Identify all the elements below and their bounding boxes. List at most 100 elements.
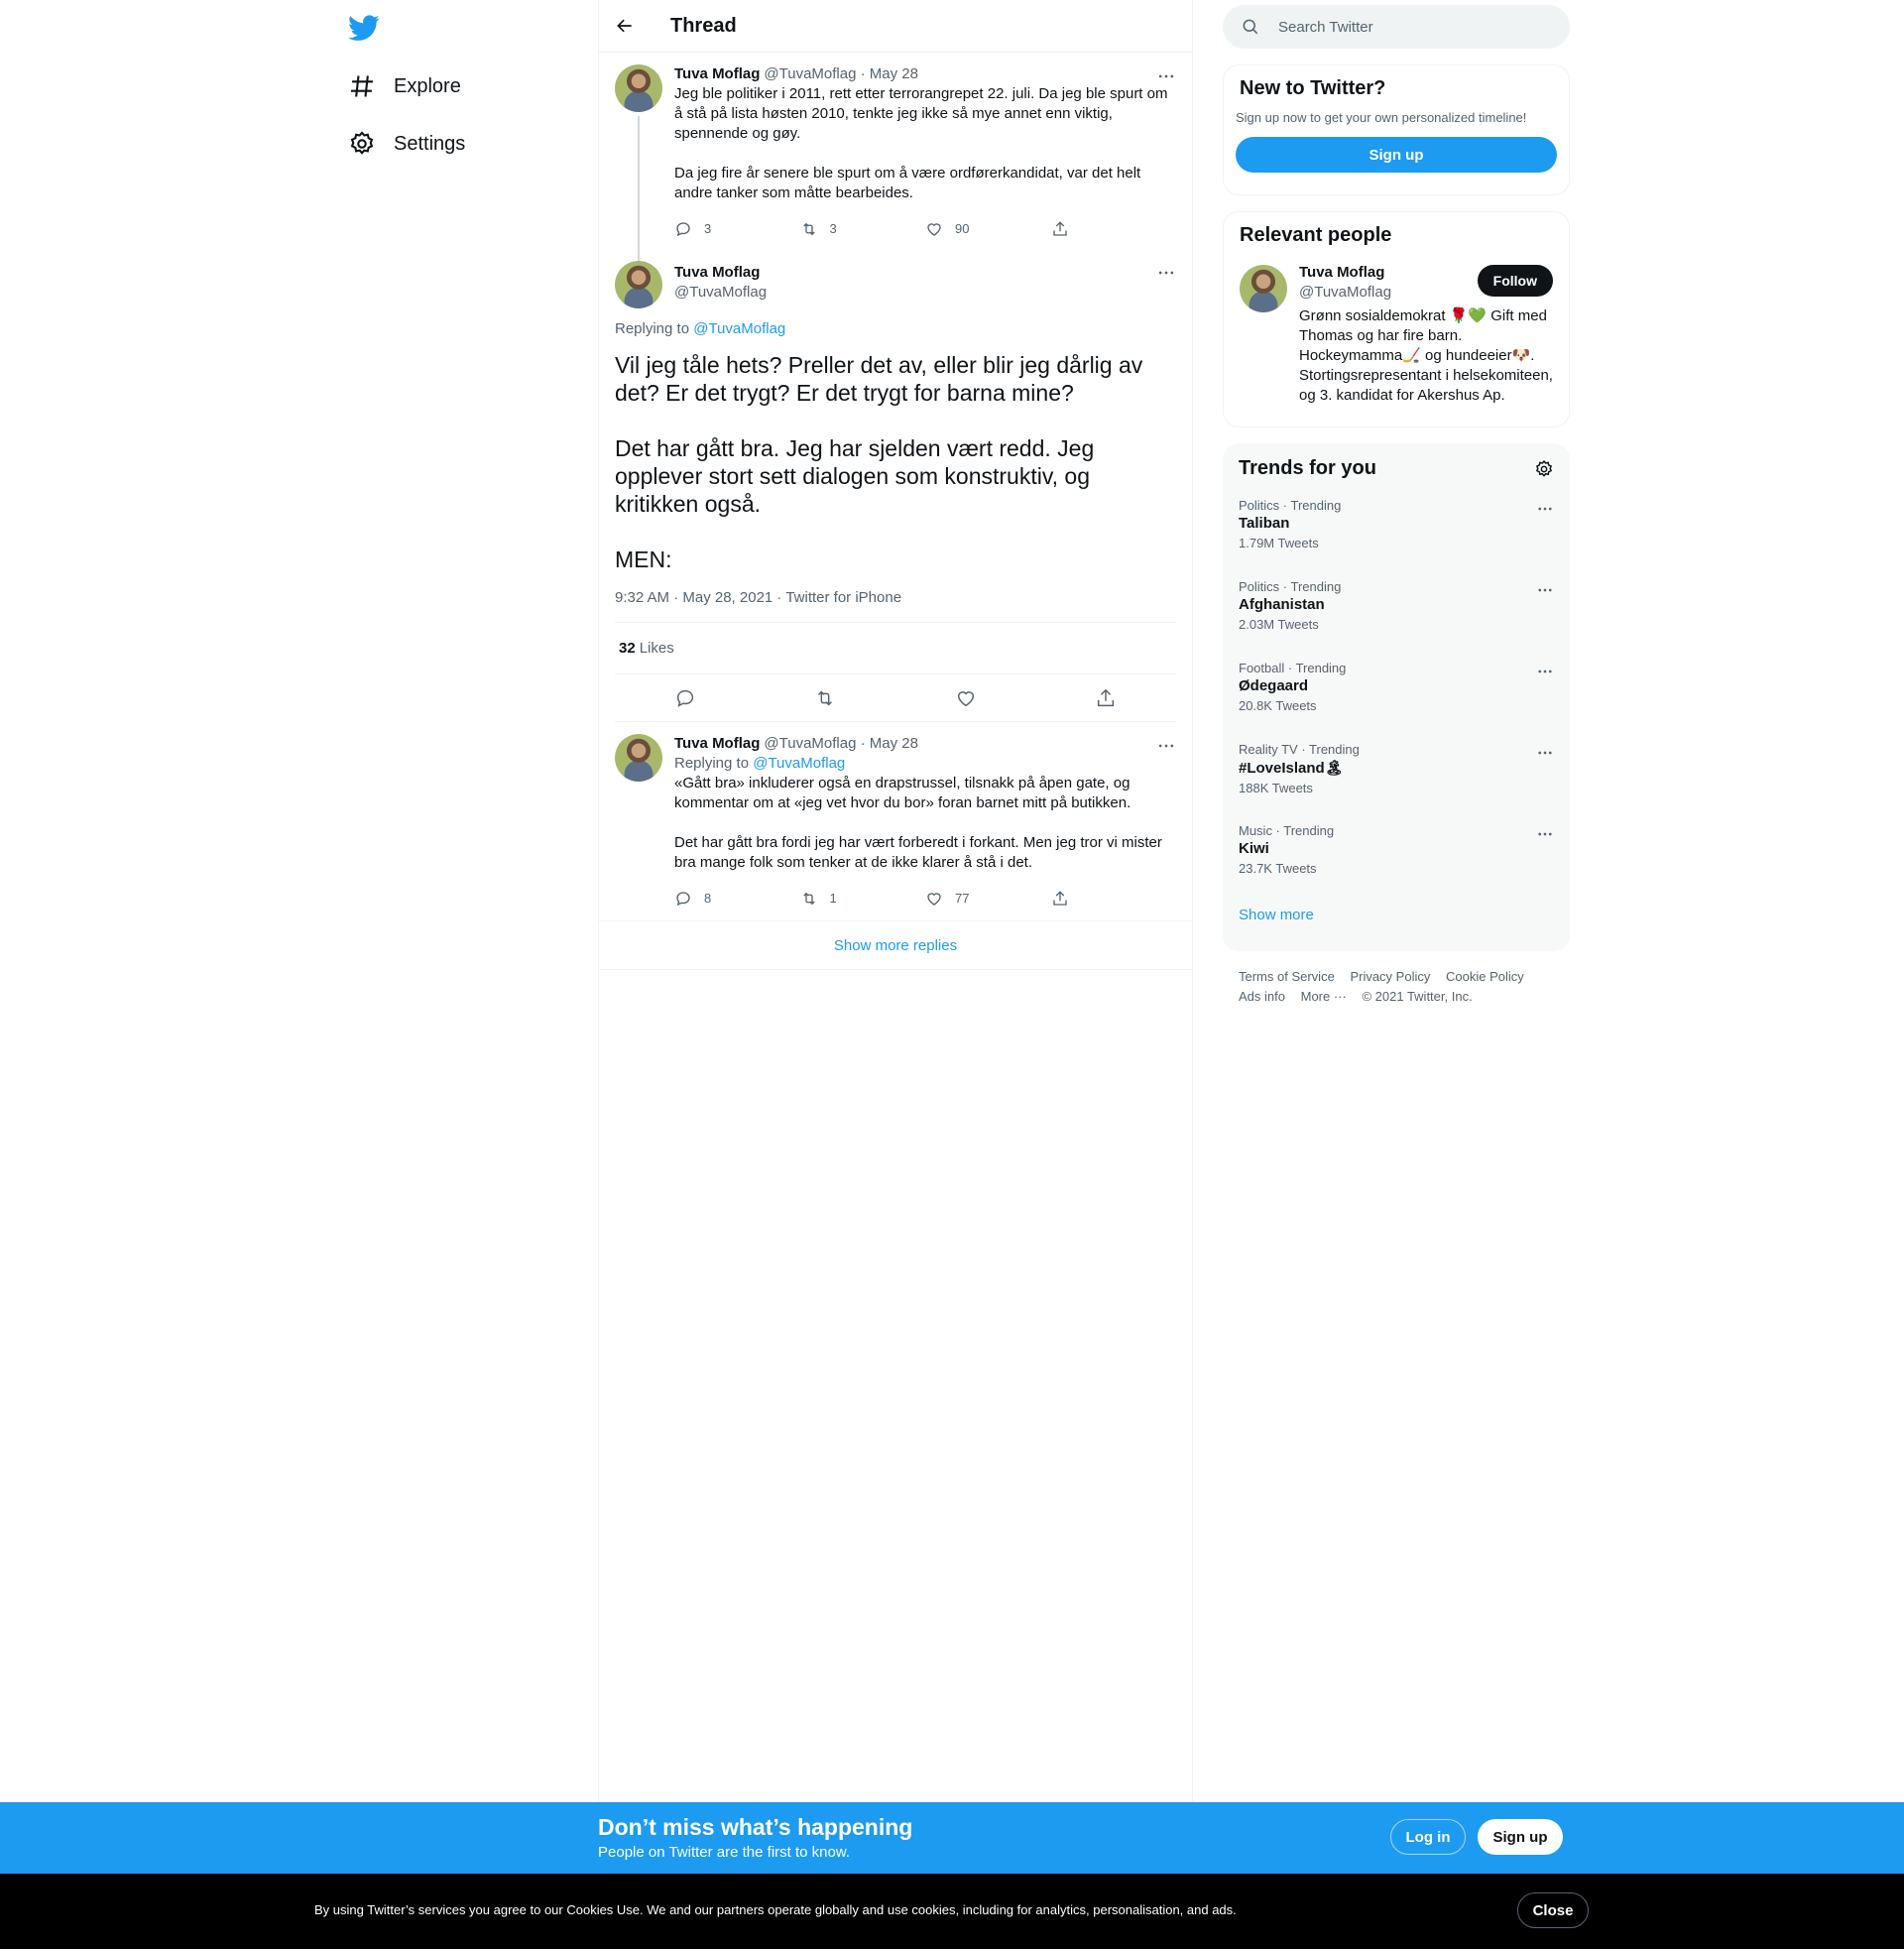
tweet-timestamp[interactable]: 9:32 AM · May 28, 2021 · Twitter for iPh… bbox=[615, 589, 1176, 606]
show-more-replies-button[interactable]: Show more replies bbox=[599, 920, 1192, 970]
signup-banner: Don’t miss what’s happening People on Tw… bbox=[0, 1802, 1904, 1874]
trend-item[interactable]: Music · Trending Kiwi 23.7K Tweets bbox=[1223, 811, 1570, 893]
author-name[interactable]: Tuva Moflag bbox=[674, 263, 1176, 283]
avatar[interactable] bbox=[615, 734, 662, 782]
reply-button[interactable]: 3 bbox=[674, 219, 800, 239]
focused-tweet: Tuva Moflag @TuvaMoflag Replying to @Tuv… bbox=[599, 249, 1192, 722]
follow-button[interactable]: Follow bbox=[1477, 265, 1553, 297]
log-in-button[interactable]: Log in bbox=[1390, 1819, 1466, 1855]
trend-item[interactable]: Reality TV · Trending #LoveIsland🏝 188K … bbox=[1223, 730, 1570, 811]
more-link[interactable]: More ··· bbox=[1301, 989, 1347, 1004]
footer-links: Terms of Service Privacy Policy Cookie P… bbox=[1223, 951, 1570, 1023]
replying-to: Replying to @TuvaMoflag bbox=[615, 320, 1176, 337]
likes-label: Likes bbox=[639, 640, 674, 657]
gear-icon bbox=[350, 131, 374, 155]
person-card[interactable]: Tuva Moflag @TuvaMoflag Grønn sosialdemo… bbox=[1224, 247, 1569, 418]
share-icon[interactable] bbox=[1095, 687, 1117, 709]
replying-prefix: Replying to bbox=[674, 755, 750, 772]
banner-headline: Don’t miss what’s happening bbox=[598, 1814, 913, 1840]
share-button[interactable] bbox=[1051, 220, 1177, 238]
page-title: Thread bbox=[670, 14, 737, 37]
share-icon bbox=[1052, 221, 1067, 236]
author-handle-date[interactable]: @TuvaMoflag · May 28 bbox=[764, 64, 918, 84]
heart-icon[interactable] bbox=[955, 687, 977, 709]
more-options-icon[interactable] bbox=[1536, 744, 1554, 762]
back-arrow-icon[interactable] bbox=[615, 16, 635, 36]
likes-count: 32 bbox=[619, 640, 636, 657]
retweet-icon[interactable] bbox=[814, 687, 836, 709]
likes-summary[interactable]: 32 Likes bbox=[615, 622, 1176, 674]
ads-info-link[interactable]: Ads info bbox=[1239, 989, 1285, 1004]
more-options-icon[interactable] bbox=[1536, 825, 1554, 843]
like-count: 90 bbox=[955, 221, 970, 236]
avatar[interactable] bbox=[615, 64, 662, 112]
sidebar: Search Twitter New to Twitter? Sign up n… bbox=[1223, 0, 1570, 1023]
heart-icon bbox=[927, 893, 941, 906]
panel-title: New to Twitter? bbox=[1240, 77, 1386, 99]
retweet-button[interactable]: 3 bbox=[800, 219, 926, 239]
author-name[interactable]: Tuva Moflag bbox=[674, 64, 760, 84]
sign-up-button[interactable]: Sign up bbox=[1478, 1819, 1563, 1855]
trend-count: 23.7K Tweets bbox=[1239, 861, 1317, 876]
share-icon bbox=[1052, 891, 1067, 906]
gear-icon[interactable] bbox=[1534, 459, 1554, 479]
more-options-icon[interactable] bbox=[1156, 66, 1176, 86]
tweet-actions bbox=[615, 674, 1176, 722]
share-button[interactable] bbox=[1051, 890, 1177, 908]
nav-item-explore[interactable]: Explore bbox=[348, 62, 461, 110]
search-placeholder: Search Twitter bbox=[1278, 18, 1373, 36]
panel-subtitle: Sign up now to get your own personalized… bbox=[1236, 110, 1527, 125]
trend-item[interactable]: Football · Trending Ødegaard 20.8K Tweet… bbox=[1223, 649, 1570, 730]
retweet-count: 1 bbox=[829, 891, 837, 906]
more-options-icon[interactable] bbox=[1536, 581, 1554, 599]
banner-subtitle: People on Twitter are the first to know. bbox=[598, 1844, 851, 1861]
avatar[interactable] bbox=[615, 261, 662, 308]
close-button[interactable]: Close bbox=[1517, 1892, 1589, 1928]
reply-count: 8 bbox=[704, 891, 712, 906]
tweet[interactable]: Tuva Moflag @TuvaMoflag · May 28 Jeg ble… bbox=[599, 53, 1192, 305]
more-options-icon[interactable] bbox=[1156, 263, 1176, 283]
nav-item-label: Settings bbox=[394, 132, 466, 155]
author-handle[interactable]: @TuvaMoflag bbox=[674, 283, 1176, 303]
replying-to: Replying to @TuvaMoflag bbox=[674, 754, 1176, 774]
sign-up-button[interactable]: Sign up bbox=[1236, 137, 1557, 173]
twitter-logo-icon[interactable] bbox=[348, 12, 380, 44]
panel-title: Relevant people bbox=[1240, 224, 1392, 246]
trend-count: 2.03M Tweets bbox=[1239, 617, 1319, 632]
avatar[interactable] bbox=[1240, 265, 1287, 312]
search-input[interactable]: Search Twitter bbox=[1223, 5, 1570, 49]
copyright: © 2021 Twitter, Inc. bbox=[1362, 989, 1473, 1004]
replying-to-link[interactable]: @TuvaMoflag bbox=[693, 320, 785, 337]
terms-link[interactable]: Terms of Service bbox=[1239, 969, 1335, 984]
like-button[interactable]: 77 bbox=[925, 889, 1051, 909]
trend-name: Ødegaard bbox=[1239, 677, 1309, 694]
retweet-icon bbox=[802, 892, 815, 906]
more-options-icon[interactable] bbox=[1536, 500, 1554, 518]
privacy-link[interactable]: Privacy Policy bbox=[1350, 969, 1430, 984]
cookie-text: By using Twitter’s services you agree to… bbox=[314, 1902, 1237, 1917]
tweet-text: «Gått bra» inkluderer også en drapstruss… bbox=[674, 775, 1162, 871]
show-more-trends-link[interactable]: Show more bbox=[1223, 893, 1570, 937]
tweet-text: Vil jeg tåle hets? Preller det av, eller… bbox=[615, 352, 1143, 572]
author-handle-date[interactable]: @TuvaMoflag · May 28 bbox=[764, 734, 918, 754]
trend-item[interactable]: Politics · Trending Afghanistan 2.03M Tw… bbox=[1223, 567, 1570, 649]
trend-count: 20.8K Tweets bbox=[1239, 698, 1317, 713]
trend-category: Football · Trending bbox=[1239, 661, 1347, 675]
more-options-icon[interactable] bbox=[1156, 736, 1176, 756]
replying-to-link[interactable]: @TuvaMoflag bbox=[753, 755, 845, 772]
nav-item-settings[interactable]: Settings bbox=[348, 120, 465, 168]
trend-name: Taliban bbox=[1239, 515, 1290, 532]
reply-button[interactable]: 8 bbox=[674, 889, 800, 909]
reply-icon[interactable] bbox=[674, 687, 696, 709]
cookie-policy-link[interactable]: Cookie Policy bbox=[1446, 969, 1524, 984]
author-name[interactable]: Tuva Moflag bbox=[674, 734, 760, 754]
retweet-button[interactable]: 1 bbox=[800, 889, 926, 909]
trend-item[interactable]: Politics · Trending Taliban 1.79M Tweets bbox=[1223, 486, 1570, 567]
like-button[interactable]: 90 bbox=[925, 219, 1051, 239]
tweet[interactable]: Tuva Moflag @TuvaMoflag · May 28 Replyin… bbox=[599, 722, 1192, 920]
trend-name: Afghanistan bbox=[1239, 596, 1325, 613]
more-options-icon[interactable] bbox=[1536, 663, 1554, 680]
trend-name: Kiwi bbox=[1239, 840, 1269, 857]
replying-prefix: Replying to bbox=[615, 320, 690, 337]
trend-count: 188K Tweets bbox=[1239, 781, 1313, 795]
